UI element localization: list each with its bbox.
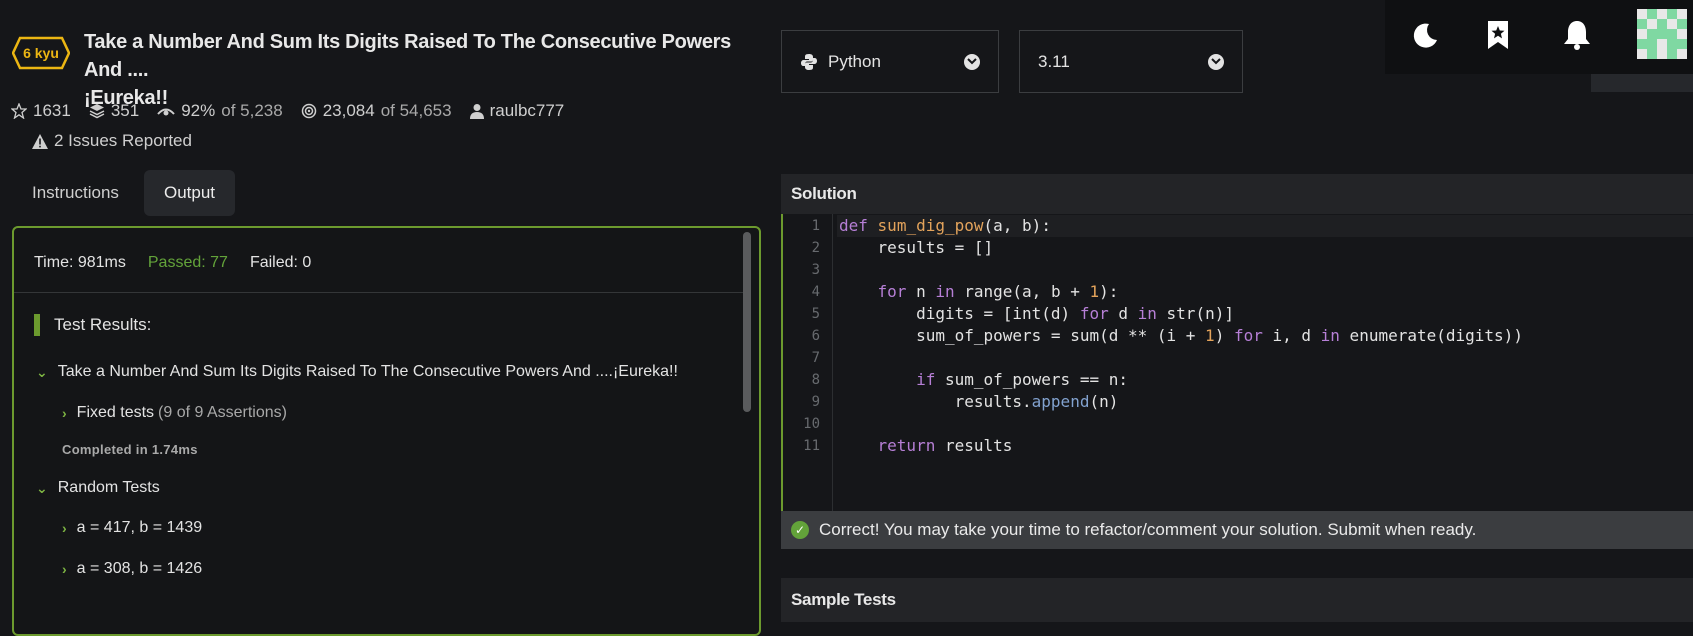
code-line: sum_of_powers = sum(d ** (i + 1) for i, … (839, 326, 1523, 345)
collections-stat[interactable]: 351 (89, 101, 139, 121)
passed-label: Passed: 77 (147, 254, 228, 271)
toolbar-strip (1591, 74, 1693, 92)
fixed-tests-row[interactable]: › Fixed tests (9 of 9 Assertions) (62, 404, 287, 422)
stars-stat[interactable]: 1631 (11, 101, 71, 121)
code-line: return results (877, 436, 1013, 455)
chevron-down-icon: ⌄ (36, 479, 48, 496)
kyu-rank-label: 6 kyu (23, 45, 59, 61)
language-select[interactable]: Python (781, 30, 999, 93)
output-panel: Time: 981ms Passed: 77 Failed: 0 Test Re… (12, 226, 761, 636)
satisfaction-stat: 92% of 5,238 (157, 101, 283, 121)
solution-heading: Solution (781, 174, 1693, 214)
moon-icon[interactable] (1409, 18, 1443, 52)
layers-icon (89, 104, 105, 119)
accent-bar (34, 314, 40, 336)
sample-tests-heading: Sample Tests (781, 578, 1693, 622)
chevron-right-icon: › (62, 561, 67, 577)
random-test-item[interactable]: › a = 417, b = 1439 (62, 519, 202, 537)
completed-stat: 23,084 of 54,653 (301, 101, 452, 121)
issues-reported[interactable]: 2 Issues Reported (32, 131, 192, 151)
code-line: for n in range(a, b + 1): (877, 282, 1119, 301)
tab-output[interactable]: Output (144, 170, 236, 216)
chevron-right-icon: › (62, 405, 67, 421)
user-icon (469, 104, 484, 119)
code-line: digits = [int(d) for d in str(n)] (839, 304, 1234, 323)
code-content[interactable]: def sum_dig_pow(a, b): results = [] for … (837, 214, 1693, 461)
kyu-rank-badge: 6 kyu (11, 36, 71, 70)
suite-row[interactable]: ⌄ Take a Number And Sum Its Digits Raise… (36, 363, 678, 381)
test-summary: Time: 981ms Passed: 77 Failed: 0 (34, 254, 311, 272)
eye-icon (157, 108, 175, 116)
avatar[interactable] (1637, 9, 1687, 59)
code-editor[interactable]: 1 2 3 4 5 6 7 8 9 10 11 def sum_dig_pow(… (781, 214, 1693, 511)
success-message: ✓ Correct! You may take your time to ref… (781, 511, 1693, 549)
bell-icon[interactable] (1560, 18, 1594, 52)
divider (14, 292, 749, 293)
chevron-down-icon (964, 53, 980, 70)
code-line: results.append(n) (839, 392, 1119, 411)
code-line: def sum_dig_pow(a, b): (837, 215, 1693, 237)
random-tests-row[interactable]: ⌄ Random Tests (36, 479, 160, 497)
python-icon (801, 53, 817, 70)
bookmark-icon[interactable] (1481, 18, 1515, 52)
chevron-down-icon: ⌄ (36, 363, 48, 380)
chevron-down-icon (1208, 53, 1224, 70)
code-line: results = [] (839, 238, 994, 257)
code-line: if sum_of_powers == n: (916, 370, 1128, 389)
kata-title-line1: Take a Number And Sum Its Digits Raised … (84, 31, 731, 81)
line-number-gutter: 1 2 3 4 5 6 7 8 9 10 11 (783, 214, 833, 511)
target-icon (301, 103, 316, 119)
author-stat[interactable]: raulbc777 (469, 101, 565, 121)
random-test-item[interactable]: › a = 308, b = 1426 (62, 560, 202, 578)
warning-icon (32, 133, 48, 149)
kata-stats: 1631 351 92% of 5,238 23,084 of 54,653 rau… (11, 101, 564, 121)
author-link[interactable]: raulbc777 (490, 101, 565, 121)
check-circle-icon: ✓ (791, 521, 809, 539)
issues-link[interactable]: 2 Issues Reported (54, 131, 192, 151)
tab-instructions[interactable]: Instructions (12, 170, 139, 216)
completed-time: Completed in 1.74ms (62, 442, 198, 457)
star-icon (11, 103, 27, 119)
test-results-heading: Test Results: (34, 314, 151, 336)
time-label: Time: 981ms (34, 254, 126, 271)
version-select[interactable]: 3.11 (1019, 30, 1243, 93)
scrollbar-thumb[interactable] (743, 232, 751, 412)
chevron-right-icon: › (62, 520, 67, 536)
kata-title: Take a Number And Sum Its Digits Raised … (84, 28, 764, 112)
failed-label: Failed: 0 (249, 254, 312, 271)
